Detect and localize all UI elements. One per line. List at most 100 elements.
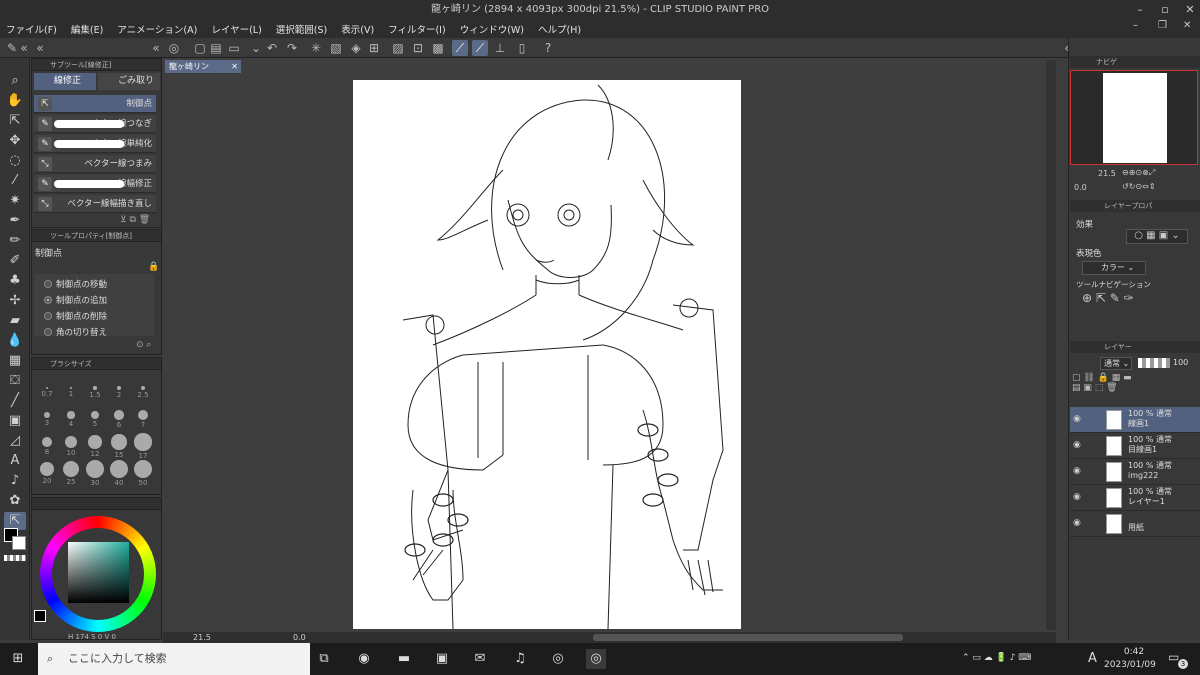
minimize-icon[interactable]: – xyxy=(1133,0,1147,20)
itunes-icon[interactable]: ♫ xyxy=(510,649,530,669)
menu-file[interactable]: ファイル(F) xyxy=(6,22,57,36)
collapse-icon[interactable]: « xyxy=(148,40,164,56)
eyedropper-tool-icon[interactable]: ⁄ xyxy=(4,172,26,190)
brush-size-option[interactable]: 15 xyxy=(108,430,130,459)
brush-size-option[interactable]: 17 xyxy=(132,430,154,460)
option-corner[interactable]: 角の切り替え xyxy=(44,326,107,338)
blend-mode-select[interactable]: 通常 ⌄ xyxy=(1100,357,1132,370)
brush-tool-icon[interactable]: ✐ xyxy=(4,252,26,270)
brush-size-option[interactable]: 30 xyxy=(84,457,106,487)
clock-date[interactable]: 2023/01/09 xyxy=(1104,660,1156,670)
tab-line-correction[interactable]: 線修正 xyxy=(34,73,96,90)
saturation-value-square[interactable] xyxy=(68,542,129,603)
clear-icon[interactable]: ▧ xyxy=(328,40,344,56)
brush-size-option[interactable]: 4 xyxy=(60,403,82,428)
zoom-controls-icon[interactable]: ⊖⊕⊙⊗⤢ xyxy=(1122,168,1155,178)
open-file-icon[interactable]: ▤ xyxy=(208,40,224,56)
new-file-icon[interactable]: ▢ xyxy=(192,40,208,56)
brush-size-option[interactable]: 7 xyxy=(132,403,154,429)
layer-row[interactable]: ◉ 100 % 通常 レイヤー1 xyxy=(1070,485,1200,511)
rotate-controls-icon[interactable]: ↺↻⊙⇔⇕ xyxy=(1122,182,1156,191)
lock-icon[interactable]: 🔒 xyxy=(148,262,159,272)
close-icon[interactable]: ✕ xyxy=(1183,0,1197,20)
clip-studio-icon[interactable]: ◎ xyxy=(166,40,182,56)
correct-line-tool-icon[interactable]: ✿ xyxy=(4,492,26,510)
brush-size-option[interactable]: 6 xyxy=(108,403,130,429)
text-tool-icon[interactable]: A xyxy=(4,452,26,470)
lasso-tool-icon[interactable]: ◌ xyxy=(4,152,26,170)
eraser-tool-icon[interactable]: ▰ xyxy=(4,312,26,330)
brush-size-option[interactable]: 1.5 xyxy=(84,376,106,399)
doc-minimize-icon[interactable]: – xyxy=(1133,20,1138,31)
snap-grid-icon[interactable]: ⊥ xyxy=(492,40,508,56)
snap-ruler-icon[interactable]: ⟋ xyxy=(452,40,468,56)
gradient-tool-icon[interactable]: ▦ xyxy=(4,352,26,370)
expression-color-select[interactable]: カラー ⌄ xyxy=(1082,261,1146,275)
pencil-tool-icon[interactable]: ✏ xyxy=(4,232,26,250)
balloon-tool-icon[interactable]: ♪ xyxy=(4,472,26,490)
opacity-slider[interactable] xyxy=(1138,358,1170,368)
decoration-tool-icon[interactable]: ✢ xyxy=(4,292,26,310)
brush-size-option[interactable]: 3 xyxy=(36,403,58,427)
sub-color-swatch[interactable] xyxy=(12,536,26,550)
doc-restore-icon[interactable]: ❐ xyxy=(1158,20,1167,31)
zoom-tool-icon[interactable]: ⌕ xyxy=(4,72,26,90)
subtool-item[interactable]: ✎ベクター線つなぎ xyxy=(34,115,156,133)
brush-size-option[interactable]: 20 xyxy=(36,457,58,485)
layer-row[interactable]: ◉ 100 % 通常 img222 xyxy=(1070,459,1200,485)
brush-size-option[interactable]: 25 xyxy=(60,457,82,486)
navigator-angle[interactable]: 0.0 xyxy=(1074,183,1087,192)
invert-icon[interactable]: ▩ xyxy=(430,40,446,56)
layer-row[interactable]: ◉ 用紙 xyxy=(1070,511,1200,537)
horizontal-scrollbar[interactable] xyxy=(593,634,903,641)
subtool-item[interactable]: ⤡ ベクター線幅描き直し xyxy=(34,195,156,213)
layer-toolbar[interactable]: ▢ ⛓ 🔒 ▦ ▬ ▤ ▣ ⬚ 🗑 xyxy=(1072,373,1198,403)
brush-size-option[interactable]: 5 xyxy=(84,403,106,428)
tab-dust[interactable]: ごみ取り xyxy=(98,73,160,90)
navigator-tab[interactable]: ナビゲ xyxy=(1096,58,1117,66)
transparent-color-icon[interactable] xyxy=(4,555,26,561)
subtool-actions-icon[interactable]: ⊻ ⧉ 🗑 xyxy=(120,215,150,225)
menu-edit[interactable]: 編集(E) xyxy=(71,22,103,36)
brush-size-option[interactable]: 8 xyxy=(36,430,58,456)
subtool-item[interactable]: ⇱ 制御点 xyxy=(34,95,156,113)
system-tray-icons[interactable]: ⌃ ▭ ☁ 🔋 ♪ ⌨ xyxy=(962,653,1031,663)
file-explorer-icon[interactable]: ▬ xyxy=(394,649,414,669)
eye-icon[interactable]: ◉ xyxy=(1073,414,1085,424)
canvas-paper[interactable] xyxy=(353,80,741,630)
subtool-item[interactable]: ✎ 線幅修正 xyxy=(34,175,156,193)
option-delete[interactable]: 制御点の削除 xyxy=(44,310,107,322)
layer-row[interactable]: ◉ 100 % 通常 目線画1 xyxy=(1070,433,1200,459)
settings-icon[interactable]: ⊙ ⌕ xyxy=(136,340,151,350)
chrome-icon[interactable]: ◉ xyxy=(354,649,374,669)
frame-tool-icon[interactable]: ▣ xyxy=(4,412,26,430)
ruler-tool-icon[interactable]: ◿ xyxy=(4,432,26,450)
clip-studio-icon[interactable]: ◎ xyxy=(548,649,568,669)
close-icon[interactable]: ✕ xyxy=(231,60,238,73)
eye-icon[interactable]: ◉ xyxy=(1073,492,1085,502)
option-add[interactable]: 制御点の追加 xyxy=(44,294,107,306)
spinner-icon[interactable]: ✳ xyxy=(308,40,324,56)
windows-start-icon[interactable]: ⊞ xyxy=(8,649,28,669)
redo-icon[interactable]: ↷ xyxy=(284,40,300,56)
ime-indicator[interactable]: A xyxy=(1088,651,1097,666)
menu-selection[interactable]: 選択範囲(S) xyxy=(276,22,327,36)
menu-animation[interactable]: アニメーション(A) xyxy=(117,22,197,36)
hand-tool-icon[interactable]: ✋ xyxy=(4,92,26,110)
chevron-down-icon[interactable]: ⌄ xyxy=(248,40,264,56)
eye-icon[interactable]: ◉ xyxy=(1073,466,1085,476)
undo-icon[interactable]: ↶ xyxy=(264,40,280,56)
vertical-scrollbar[interactable] xyxy=(1046,60,1056,630)
menu-view[interactable]: 表示(V) xyxy=(341,22,374,36)
brush-size-option[interactable]: 50 xyxy=(132,457,154,487)
eye-icon[interactable]: ◉ xyxy=(1073,518,1085,528)
option-move[interactable]: 制御点の移動 xyxy=(44,278,107,290)
brush-size-option[interactable]: 2.5 xyxy=(132,376,154,399)
brush-size-option[interactable]: 40 xyxy=(108,457,130,487)
collapse-icon[interactable]: « xyxy=(32,40,48,56)
doc-close-icon[interactable]: ✕ xyxy=(1183,20,1191,31)
zoom-readout[interactable]: 21.5 xyxy=(193,633,211,642)
pen-tool-icon[interactable]: ✒ xyxy=(4,212,26,230)
brush-size-option[interactable]: 0.7 xyxy=(36,376,58,398)
clock-time[interactable]: 0:42 xyxy=(1114,647,1154,657)
